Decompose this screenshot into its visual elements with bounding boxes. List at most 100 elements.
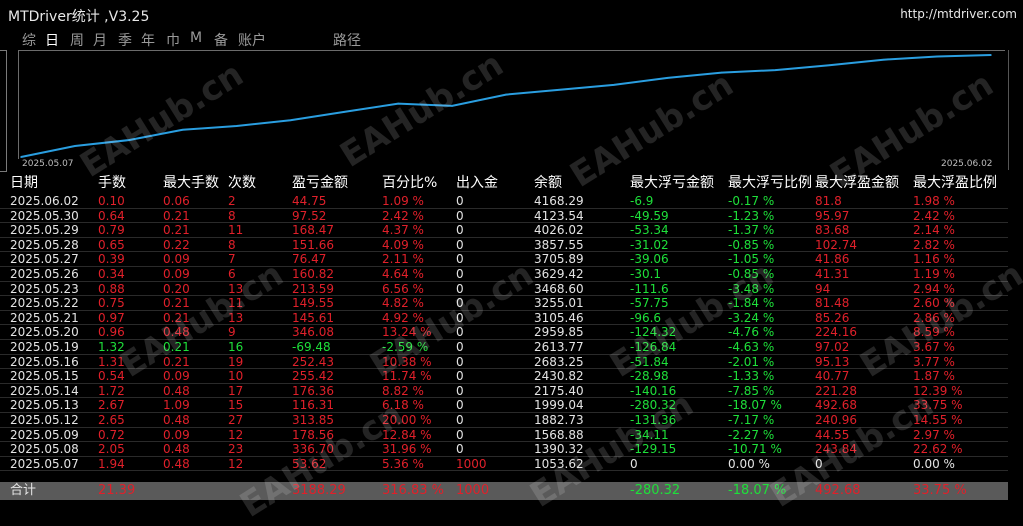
cell-8: -39.06: [630, 252, 669, 267]
cell-3: 27: [228, 412, 244, 427]
cell-2: 0.09: [163, 369, 190, 384]
cell-10: 40.77: [815, 369, 850, 384]
cell-6: 0: [456, 296, 464, 311]
site-url[interactable]: http://mtdriver.com: [900, 7, 1017, 21]
cell-1: 0.34: [98, 266, 125, 281]
cell-0: 2025.05.07: [10, 456, 79, 471]
cell-11: 2.82 %: [913, 237, 955, 252]
col-header-8[interactable]: 最大浮亏金额: [630, 172, 714, 194]
cell-8: -111.6: [630, 281, 669, 296]
col-header-5[interactable]: 百分比%: [382, 172, 437, 194]
table-row[interactable]: 2025.05.09 0.72 0.09 12 178.56 12.84 % 0 1568.8…: [0, 428, 1008, 443]
tab-0[interactable]: 综: [22, 30, 36, 50]
table-row[interactable]: 2025.05.19 1.32 0.21 16 -69.48 -2.59 % 0 2613.7…: [0, 340, 1008, 355]
col-header-2[interactable]: 最大手数: [163, 172, 219, 194]
cell-10: 97.02: [815, 339, 850, 354]
cell-1: 1.94: [98, 456, 125, 471]
cell-2: 0.48: [163, 442, 190, 457]
cell-2: 0.09: [163, 252, 190, 267]
cell-11: 22.62 %: [913, 442, 963, 457]
cell-8: -126.84: [630, 339, 677, 354]
table-row[interactable]: 2025.05.21 0.97 0.21 13 145.61 4.92 % 0 3105.46…: [0, 311, 1008, 326]
col-header-11[interactable]: 最大浮盈比例: [913, 172, 997, 194]
summary-cell-1: 21.39: [98, 483, 136, 498]
cell-6: 0: [456, 412, 464, 427]
tab-3[interactable]: 月: [93, 30, 107, 50]
cell-2: 0.48: [163, 383, 190, 398]
cell-8: -30.1: [630, 266, 662, 281]
cell-8: -131.36: [630, 412, 677, 427]
cell-7: 1053.62: [534, 456, 584, 471]
table-row[interactable]: 2025.05.13 2.67 1.09 15 116.31 6.18 % 0 1999.04…: [0, 398, 1008, 413]
table-row[interactable]: 2025.05.16 1.31 0.21 19 252.43 10.38 % 0 2683.2…: [0, 355, 1008, 370]
tab-5[interactable]: 年: [141, 30, 155, 50]
cell-1: 2.05: [98, 442, 125, 457]
table-row[interactable]: 2025.05.14 1.72 0.48 17 176.36 8.82 % 0 2175.40…: [0, 384, 1008, 399]
col-header-6[interactable]: 出入金: [456, 172, 498, 194]
table-row[interactable]: 2025.05.08 2.05 0.48 23 336.70 31.96 % 0 1390.3…: [0, 442, 1008, 457]
tab-1[interactable]: 日: [45, 30, 59, 50]
cell-3: 16: [228, 339, 244, 354]
col-header-10[interactable]: 最大浮盈金额: [815, 172, 899, 194]
cell-10: 221.28: [815, 383, 857, 398]
cell-3: 11: [228, 296, 244, 311]
table-row[interactable]: 2025.06.02 0.10 0.06 2 44.75 1.09 % 0 4168.29 -6…: [0, 194, 1008, 209]
tab-6[interactable]: 巾: [166, 30, 180, 50]
cell-2: 1.09: [163, 398, 190, 413]
tab-7[interactable]: M: [190, 30, 202, 46]
table-row[interactable]: 2025.05.27 0.39 0.09 7 76.47 2.11 % 0 3705.89 -3…: [0, 252, 1008, 267]
cell-11: 2.94 %: [913, 281, 955, 296]
table-row[interactable]: 2025.05.22 0.75 0.21 11 149.55 4.82 % 0 3255.01…: [0, 296, 1008, 311]
table-row[interactable]: 2025.05.28 0.65 0.22 8 151.66 4.09 % 0 3857.55 -…: [0, 238, 1008, 253]
col-header-7[interactable]: 余额: [534, 172, 562, 194]
cell-6: 0: [456, 310, 464, 325]
equity-chart-svg: [20, 54, 992, 158]
cell-7: 2430.82: [534, 369, 584, 384]
cell-5: 4.92 %: [382, 310, 424, 325]
cell-7: 4168.29: [534, 194, 584, 208]
cell-4: 176.36: [292, 383, 334, 398]
table-row[interactable]: 2025.05.23 0.88 0.20 13 213.59 6.56 % 0 3468.60…: [0, 282, 1008, 297]
col-header-9[interactable]: 最大浮亏比例: [728, 172, 812, 194]
cell-11: 14.55 %: [913, 412, 963, 427]
cell-1: 0.75: [98, 296, 125, 311]
cell-7: 2683.25: [534, 354, 584, 369]
cell-5: 4.82 %: [382, 296, 424, 311]
cell-1: 0.88: [98, 281, 125, 296]
summary-cell-6: 1000: [456, 483, 490, 498]
table-row[interactable]: 2025.05.29 0.79 0.21 11 168.47 4.37 % 0 4026.02…: [0, 223, 1008, 238]
cell-0: 2025.05.26: [10, 266, 79, 281]
equity-chart: [18, 50, 1005, 159]
tab-2[interactable]: 周: [70, 30, 84, 50]
cell-2: 0.48: [163, 456, 190, 471]
cell-0: 2025.05.29: [10, 223, 79, 238]
tab-9[interactable]: 账户: [238, 30, 266, 50]
col-header-3[interactable]: 次数: [228, 172, 256, 194]
cell-7: 4026.02: [534, 223, 584, 238]
table-row[interactable]: 2025.05.15 0.54 0.09 10 255.42 11.74 % 0 2430.8…: [0, 369, 1008, 384]
cell-5: 6.18 %: [382, 398, 424, 413]
cell-3: 23: [228, 442, 244, 457]
col-header-0[interactable]: 日期: [10, 172, 38, 194]
table-row[interactable]: 2025.05.20 0.96 0.48 9 346.08 13.24 % 0 2959.85…: [0, 325, 1008, 340]
table-body: 2025.06.02 0.10 0.06 2 44.75 1.09 % 0 4168.29 -6…: [0, 194, 1008, 472]
cell-5: 11.74 %: [382, 369, 432, 384]
col-header-1[interactable]: 手数: [98, 172, 126, 194]
tab-4[interactable]: 季: [118, 30, 132, 50]
table-row[interactable]: 2025.05.30 0.64 0.21 8 97.52 2.42 % 0 4123.54 -4…: [0, 209, 1008, 224]
cell-4: 168.47: [292, 223, 334, 238]
cell-11: 33.75 %: [913, 398, 963, 413]
cell-6: 0: [456, 383, 464, 398]
table-row[interactable]: 2025.05.26 0.34 0.09 6 160.82 4.64 % 0 3629.42 -…: [0, 267, 1008, 282]
table-row[interactable]: 2025.05.07 1.94 0.48 12 53.62 5.36 % 1000 1053.…: [0, 457, 1008, 472]
tab-8[interactable]: 备: [214, 30, 228, 50]
cell-11: 8.59 %: [913, 325, 955, 340]
tab-10[interactable]: 路径: [333, 30, 361, 50]
cell-6: 0: [456, 208, 464, 223]
table-row[interactable]: 2025.05.12 2.65 0.48 27 313.85 20.00 % 0 1882.7…: [0, 413, 1008, 428]
cell-9: -3.24 %: [728, 310, 775, 325]
col-header-4[interactable]: 盈亏金额: [292, 172, 348, 194]
cell-9: -10.71 %: [728, 442, 782, 457]
cell-1: 2.67: [98, 398, 125, 413]
cell-6: 0: [456, 339, 464, 354]
